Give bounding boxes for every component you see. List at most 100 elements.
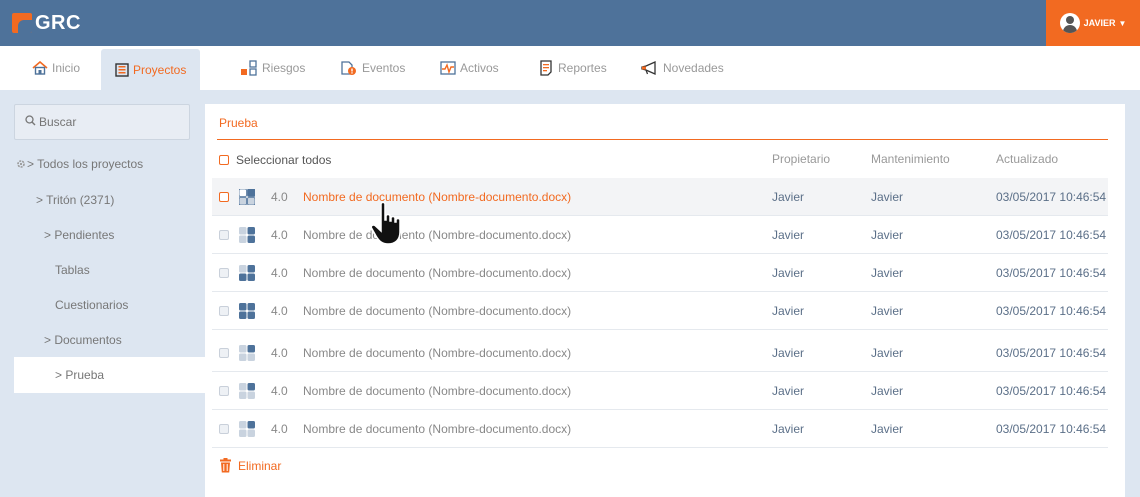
row-checkbox[interactable] (219, 348, 229, 358)
row-checkbox[interactable] (219, 386, 229, 396)
column-header-updated[interactable]: Actualizado (996, 152, 1058, 168)
row-checkbox-cell (219, 372, 229, 410)
document-version: 4.0 (271, 190, 288, 204)
reports-icon (538, 60, 554, 76)
logo-mark-icon (12, 13, 32, 33)
sidebar-item-documentos[interactable]: > Documentos (14, 330, 206, 350)
document-name[interactable]: Nombre de documento (Nombre-documento.do… (303, 216, 571, 254)
search-box[interactable] (14, 104, 190, 140)
table-row[interactable]: 4.0 Nombre de documento (Nombre-documento… (212, 216, 1108, 254)
row-checkbox-cell (219, 334, 229, 372)
progress-quadrant-icon (239, 227, 255, 243)
nav-tab-inicio[interactable]: Inicio (32, 46, 80, 90)
row-checkbox[interactable] (219, 192, 229, 202)
progress-quadrant-icon (239, 265, 255, 281)
delete-label: Eliminar (238, 458, 282, 473)
nav-tab-activos[interactable]: Activos (440, 46, 499, 90)
document-maintenance: Javier (871, 384, 904, 398)
nav-tab-label: Proyectos (133, 62, 187, 77)
row-checkbox-cell (219, 216, 229, 254)
nav-tab-label: Novedades (663, 61, 724, 75)
table-row[interactable]: 4.0 Nombre de documento (Nombre-documento… (212, 334, 1108, 372)
select-all[interactable]: Seleccionar todos (219, 152, 331, 168)
nav-tab-label: Reportes (558, 61, 607, 75)
title-divider (217, 139, 1108, 140)
nav-tab-reportes[interactable]: Reportes (538, 46, 607, 90)
sidebar-item-tablas[interactable]: Tablas (14, 260, 206, 280)
document-version: 4.0 (271, 346, 288, 360)
table-row[interactable]: 4.0 Nombre de documento (Nombre-documento… (212, 178, 1108, 216)
events-icon (340, 60, 358, 76)
row-checkbox[interactable] (219, 424, 229, 434)
avatar-icon (1059, 13, 1080, 33)
app-logo[interactable]: GRC (12, 9, 81, 37)
nav-tab-riesgos[interactable]: Riesgos (240, 46, 305, 90)
document-updated: 03/05/2017 10:46:54 (996, 384, 1107, 398)
document-name[interactable]: Nombre de documento (Nombre-documento.do… (303, 178, 571, 216)
user-menu-button[interactable]: JAVIER ▼ (1046, 0, 1140, 46)
assets-icon (440, 61, 456, 75)
document-updated: 03/05/2017 10:46:54 (996, 190, 1107, 204)
nav-tab-proyectos[interactable]: Proyectos (101, 49, 201, 90)
sidebar-item-todos-los-proyectos[interactable]: > Todos los proyectos (14, 154, 206, 174)
status-icon-cell (239, 254, 255, 292)
column-header-maintenance[interactable]: Mantenimiento (871, 152, 950, 168)
sidebar-item-pendientes[interactable]: > Pendientes (14, 225, 206, 245)
sidebar-item-label: > Todos los proyectos (27, 157, 144, 171)
document-maintenance: Javier (871, 190, 904, 204)
table-row[interactable]: 4.0 Nombre de documento (Nombre-documento… (212, 292, 1108, 330)
sidebar-item-label: > Prueba (55, 368, 105, 382)
document-maintenance: Javier (871, 346, 904, 360)
document-version: 4.0 (271, 422, 288, 436)
document-updated: 03/05/2017 10:46:54 (996, 304, 1107, 318)
sidebar-item-prueba[interactable]: > Prueba (14, 357, 206, 393)
document-updated: 03/05/2017 10:46:54 (996, 228, 1107, 242)
row-checkbox-cell (219, 292, 229, 330)
status-icon-cell (239, 410, 255, 448)
document-owner: Javier (772, 422, 805, 436)
table-row[interactable]: 4.0 Nombre de documento (Nombre-documento… (212, 372, 1108, 410)
row-checkbox[interactable] (219, 306, 229, 316)
sidebar-item-label: Tablas (55, 263, 90, 277)
search-icon (25, 115, 36, 129)
document-owner: Javier (772, 346, 805, 360)
row-checkbox[interactable] (219, 268, 229, 278)
document-updated: 03/05/2017 10:46:54 (996, 422, 1107, 436)
nav-tab-novedades[interactable]: Novedades (641, 46, 724, 90)
document-name[interactable]: Nombre de documento (Nombre-documento.do… (303, 372, 571, 410)
column-header-owner[interactable]: Propietario (772, 152, 830, 168)
status-icon-cell (239, 178, 255, 216)
row-checkbox[interactable] (219, 230, 229, 240)
trash-icon (219, 458, 232, 473)
document-name[interactable]: Nombre de documento (Nombre-documento.do… (303, 254, 571, 292)
top-bar: GRC JAVIER ▼ (0, 0, 1140, 46)
progress-quadrant-icon (239, 345, 255, 361)
document-owner: Javier (772, 190, 805, 204)
document-name[interactable]: Nombre de documento (Nombre-documento.do… (303, 292, 571, 330)
document-owner: Javier (772, 228, 805, 242)
select-all-label: Seleccionar todos (236, 153, 332, 167)
document-maintenance: Javier (871, 266, 904, 280)
delete-button[interactable]: Eliminar (219, 458, 281, 473)
document-owner: Javier (772, 266, 805, 280)
nav-tab-label: Inicio (52, 61, 81, 75)
projects-icon (115, 62, 129, 77)
select-all-checkbox[interactable] (219, 155, 229, 165)
document-name[interactable]: Nombre de documento (Nombre-documento.do… (303, 334, 571, 372)
user-name: JAVIER (1083, 18, 1116, 28)
sidebar-item-cuestionarios[interactable]: Cuestionarios (14, 295, 206, 315)
hand-cursor-icon (370, 200, 404, 249)
document-maintenance: Javier (871, 228, 904, 242)
home-icon (32, 61, 48, 75)
nav-tab-eventos[interactable]: Eventos (340, 46, 405, 90)
progress-quadrant-icon (239, 421, 255, 437)
sidebar-item-triton[interactable]: > Tritón (2371) (14, 190, 206, 210)
table-row[interactable]: 4.0 Nombre de documento (Nombre-documento… (212, 410, 1108, 448)
row-checkbox-cell (219, 410, 229, 448)
document-owner: Javier (772, 384, 805, 398)
progress-quadrant-icon (239, 383, 255, 399)
document-maintenance: Javier (871, 422, 904, 436)
document-name[interactable]: Nombre de documento (Nombre-documento.do… (303, 410, 571, 448)
table-row[interactable]: 4.0 Nombre de documento (Nombre-documento… (212, 254, 1108, 292)
search-input[interactable] (39, 115, 179, 129)
